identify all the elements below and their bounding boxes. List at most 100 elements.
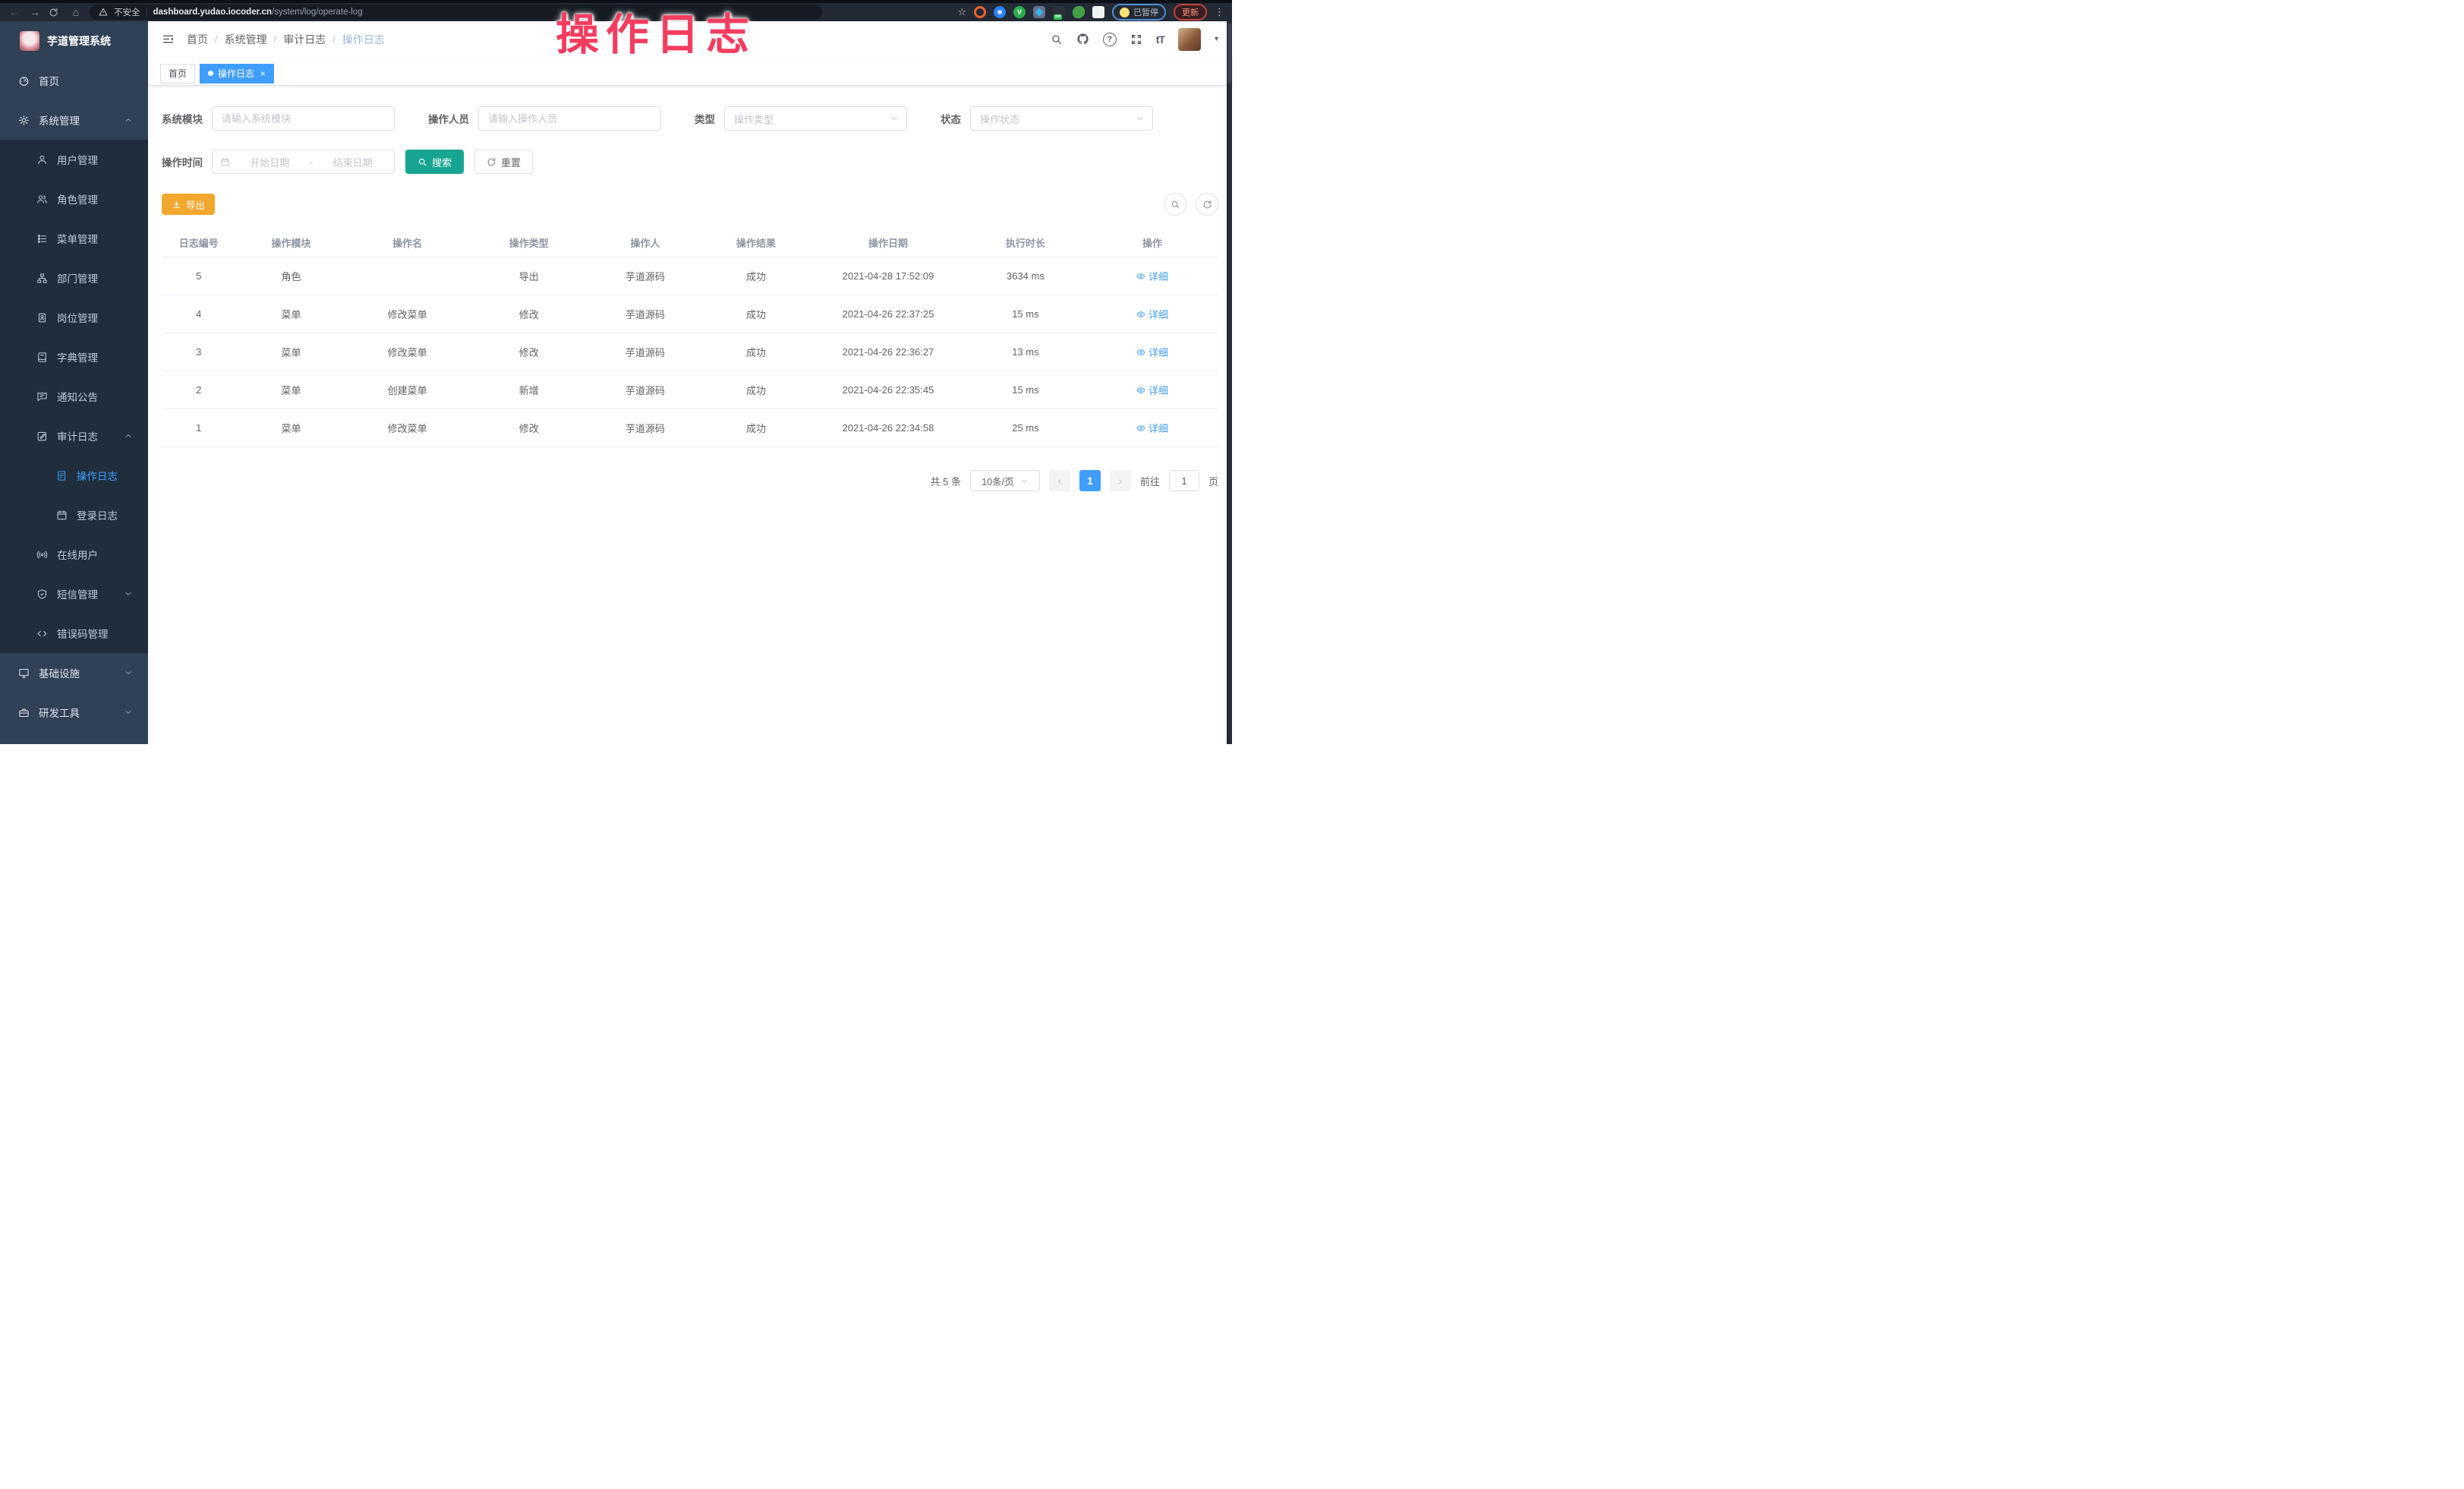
sidebar-item-roles[interactable]: 角色管理 (0, 179, 148, 219)
security-label[interactable]: 不安全 (114, 6, 140, 18)
profile-paused-chip[interactable]: 已暂停 (1112, 4, 1166, 21)
sidebar-item-online-users[interactable]: 在线用户 (0, 535, 148, 574)
status-select-placeholder: 操作状态 (980, 112, 1019, 126)
sidebar-item-home[interactable]: 首页 (0, 61, 148, 100)
search-button[interactable]: 搜索 (405, 150, 464, 174)
app-logo[interactable]: 芋道管理系统 (0, 21, 148, 61)
extension-icon[interactable] (974, 6, 986, 18)
sidebar-item-sms[interactable]: 短信管理 (0, 574, 148, 614)
prev-page-button[interactable]: ‹ (1049, 470, 1070, 491)
sidebar-item-infrastructure[interactable]: 基础设施 (0, 653, 148, 692)
reset-button[interactable]: 重置 (474, 150, 533, 174)
search-button-label: 搜索 (432, 155, 452, 169)
detail-link[interactable]: 详细 (1086, 307, 1218, 321)
sidebar-item-menus[interactable]: 菜单管理 (0, 219, 148, 258)
puzzle-extension-icon[interactable] (1092, 6, 1104, 18)
date-range-picker[interactable]: 开始日期 - 结束日期 (212, 150, 395, 174)
operator-input[interactable] (478, 106, 661, 131)
detail-link[interactable]: 详细 (1086, 421, 1218, 435)
status-select[interactable]: 操作状态 (970, 106, 1153, 131)
scrollbar-thumb[interactable] (1227, 23, 1231, 84)
sidebar-item-login-log[interactable]: 登录日志 (0, 495, 148, 535)
sidebar-item-notices[interactable]: 通知公告 (0, 377, 148, 416)
extension-icon[interactable] (994, 6, 1006, 18)
extension-icon[interactable] (1033, 6, 1045, 18)
sidebar-collapse-icon[interactable] (162, 33, 175, 46)
status-label: 状态 (941, 111, 961, 126)
sidebar-item-label: 部门管理 (57, 270, 98, 285)
browser-menu-icon[interactable]: ⋮ (1215, 6, 1224, 18)
extension-icon[interactable]: V (1013, 6, 1026, 18)
breadcrumb-separator: / (215, 33, 218, 45)
page-scrollbar[interactable] (1227, 21, 1232, 744)
page-size-select[interactable]: 10条/页 (970, 470, 1040, 491)
sidebar-item-dictionary[interactable]: 字典管理 (0, 337, 148, 377)
sidebar-item-users[interactable]: 用户管理 (0, 140, 148, 179)
extension-icon[interactable]: on (1053, 6, 1065, 18)
sidebar-item-dev-tools[interactable]: 研发工具 (0, 692, 148, 732)
update-button[interactable]: 更新 (1174, 4, 1207, 21)
cell-log-id: 5 (162, 270, 235, 282)
breadcrumb-item[interactable]: 系统管理 (225, 32, 267, 47)
start-date-placeholder: 开始日期 (236, 155, 304, 169)
tab-operate-log[interactable]: 操作日志 × (200, 64, 274, 84)
page-unit-label: 页 (1208, 474, 1218, 488)
gear-icon (18, 115, 30, 126)
detail-link-label: 详细 (1149, 307, 1168, 321)
page-number-button[interactable]: 1 (1079, 470, 1101, 491)
address-bar[interactable]: 不安全 dashboard.yudao.iocoder.cn/system/lo… (90, 5, 822, 20)
system-submenu: 用户管理 角色管理 菜单管理 部门管理 岗位管理 字典管理 通知公告 审计日志 (0, 140, 148, 653)
toggle-search-button[interactable] (1164, 193, 1186, 216)
cell-date: 2021-04-26 22:37:25 (811, 308, 965, 320)
browser-back-icon[interactable]: ← (8, 7, 21, 17)
help-icon[interactable]: ? (1103, 33, 1117, 46)
font-size-icon[interactable]: tT (1156, 33, 1164, 46)
range-separator: - (310, 156, 313, 168)
tab-close-icon[interactable]: × (260, 68, 266, 79)
sidebar-item-operate-log[interactable]: 操作日志 (0, 456, 148, 495)
module-input[interactable] (212, 106, 395, 131)
search-icon[interactable] (1051, 33, 1063, 46)
detail-link[interactable]: 详细 (1086, 345, 1218, 359)
user-avatar[interactable] (1178, 28, 1201, 51)
tab-home[interactable]: 首页 (160, 64, 195, 84)
topbar: 首页 / 系统管理 / 审计日志 / 操作日志 ? tT ▾ (148, 21, 1232, 57)
detail-link[interactable]: 详细 (1086, 383, 1218, 397)
refresh-table-button[interactable] (1196, 193, 1218, 216)
cell-log-id: 2 (162, 384, 235, 396)
filter-row-2: 操作时间 开始日期 - 结束日期 搜索 重置 (162, 150, 1218, 174)
cell-log-id: 3 (162, 346, 235, 358)
fullscreen-icon[interactable] (1130, 33, 1142, 46)
goto-page-input[interactable] (1169, 470, 1199, 491)
detail-link[interactable]: 详细 (1086, 269, 1218, 283)
browser-reload-icon[interactable] (49, 8, 62, 17)
type-select[interactable]: 操作类型 (724, 106, 907, 131)
github-icon[interactable] (1076, 33, 1089, 46)
sidebar-item-audit-log[interactable]: 审计日志 (0, 416, 148, 456)
cell-date: 2021-04-26 22:34:58 (811, 422, 965, 434)
sidebar-item-system[interactable]: 系统管理 (0, 100, 148, 140)
column-header: 操作模块 (235, 235, 346, 250)
column-header: 操作 (1086, 235, 1218, 250)
browser-forward-icon[interactable]: → (28, 7, 42, 17)
column-header: 执行时长 (965, 235, 1086, 250)
breadcrumb-item[interactable]: 审计日志 (283, 32, 326, 47)
module-label: 系统模块 (162, 111, 203, 126)
bookmark-star-icon[interactable]: ☆ (957, 6, 966, 18)
extension-icon[interactable] (1073, 6, 1085, 18)
export-button[interactable]: 导出 (162, 194, 215, 215)
caret-down-icon[interactable]: ▾ (1215, 35, 1218, 43)
chevron-down-icon (890, 114, 899, 123)
table-row: 5 角色 导出 芋道源码 成功 2021-04-28 17:52:09 3634… (162, 257, 1218, 295)
sidebar-item-label: 审计日志 (57, 428, 98, 443)
type-select-placeholder: 操作类型 (734, 112, 774, 126)
browser-home-icon[interactable]: ⌂ (69, 7, 83, 17)
end-date-placeholder: 结束日期 (319, 155, 386, 169)
next-page-button[interactable]: › (1110, 470, 1131, 491)
breadcrumb-item[interactable]: 首页 (187, 32, 208, 47)
operator-label: 操作人员 (428, 111, 469, 126)
sidebar-item-error-codes[interactable]: 错误码管理 (0, 614, 148, 653)
sidebar-item-departments[interactable]: 部门管理 (0, 258, 148, 298)
cell-module: 菜单 (235, 383, 346, 397)
sidebar-item-posts[interactable]: 岗位管理 (0, 298, 148, 337)
